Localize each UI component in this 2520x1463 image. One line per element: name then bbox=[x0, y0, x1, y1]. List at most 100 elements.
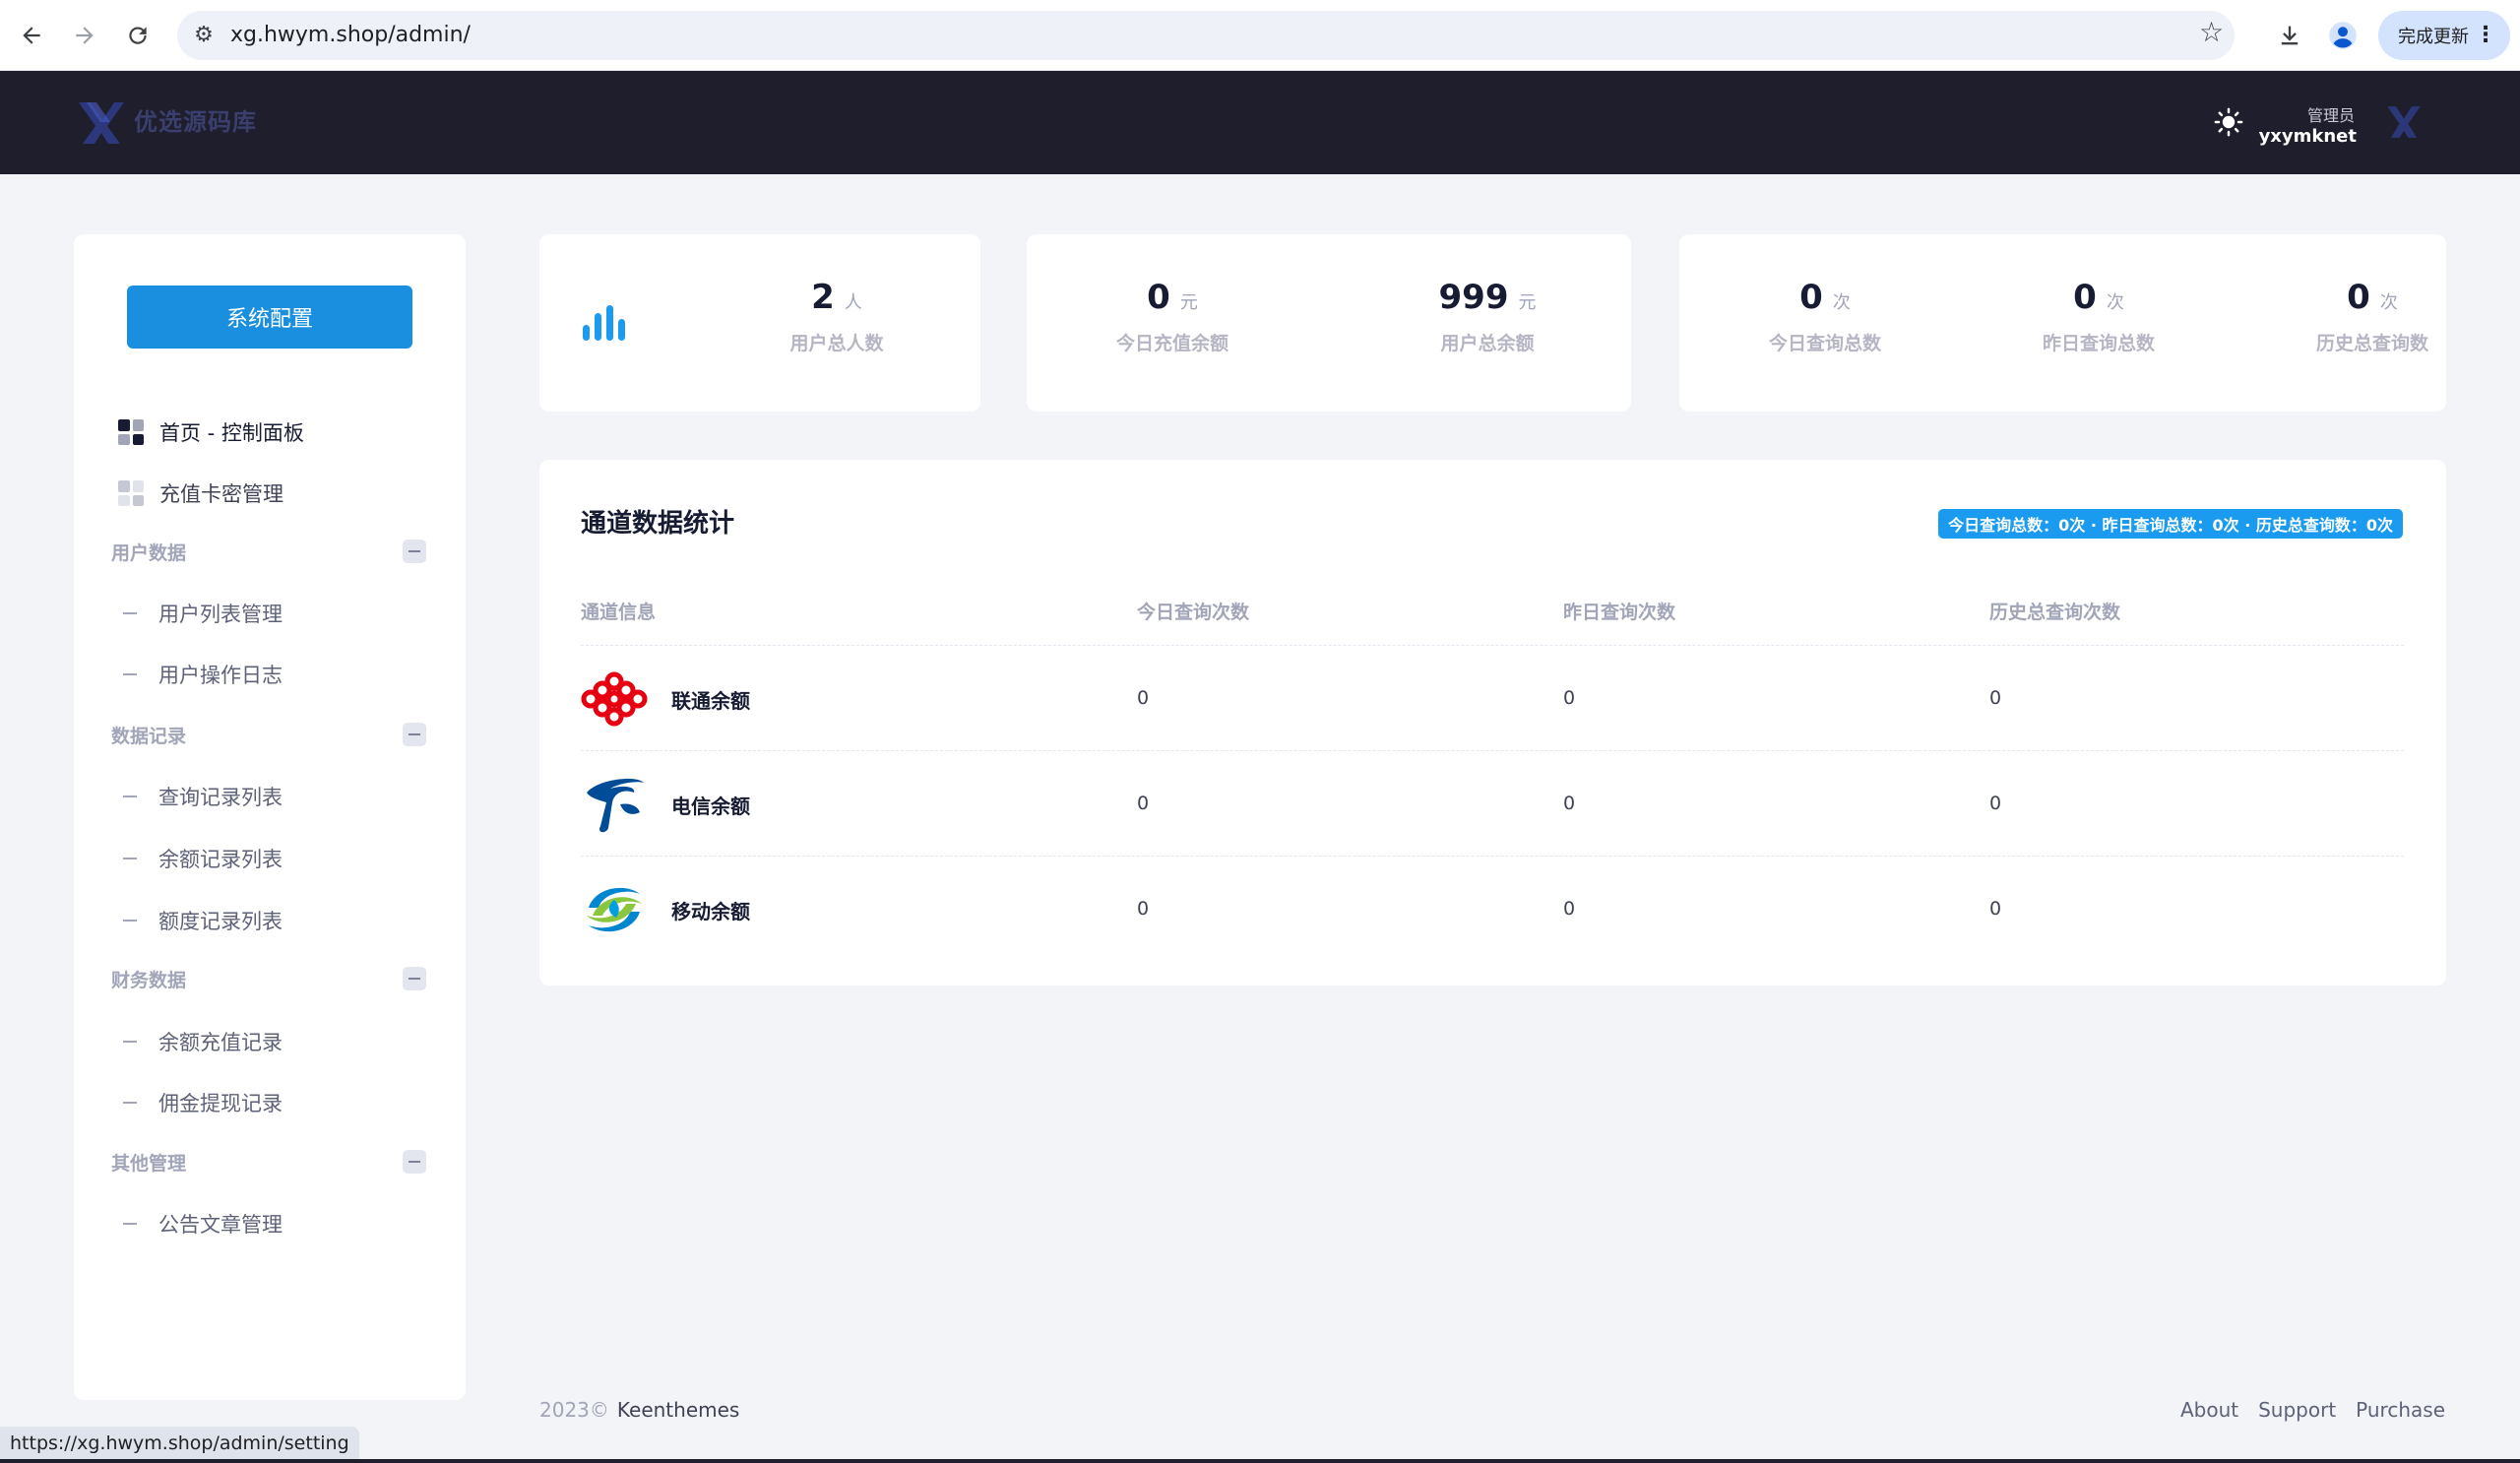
sidebar-item-label: 余额充值记录 bbox=[158, 1031, 283, 1054]
bar-chart-icon bbox=[581, 303, 630, 347]
cell-today: 0 bbox=[1137, 793, 1150, 814]
logo-icon[interactable] bbox=[77, 98, 126, 146]
forward-icon[interactable] bbox=[65, 16, 104, 55]
stat-label: 今日充值余额 bbox=[1115, 333, 1228, 354]
section-title: 数据记录 bbox=[111, 725, 187, 747]
collapse-icon[interactable] bbox=[403, 1150, 426, 1174]
bullet-dash bbox=[123, 1102, 137, 1104]
bullet-dash bbox=[123, 858, 137, 859]
china-telecom-logo-icon bbox=[581, 777, 648, 833]
cell-today: 0 bbox=[1137, 687, 1150, 709]
footer-year: 2023© bbox=[539, 1398, 609, 1422]
cards-grid-icon bbox=[118, 480, 144, 506]
sidebar-item-label: 用户列表管理 bbox=[158, 603, 283, 626]
stat-unit: 元 bbox=[1518, 292, 1537, 313]
sidebar: 系统配置 首页 - 控制面板 充值卡密管理 用户数据 用户列表管理 用户操作日志… bbox=[74, 234, 466, 1400]
sidebar-item-recharge-records[interactable]: 余额充值记录 bbox=[123, 1020, 283, 1063]
logo-text[interactable]: 优选源码库 bbox=[134, 102, 257, 137]
url-text[interactable]: xg.hwym.shop/admin/ bbox=[230, 23, 471, 47]
footer-brand-link[interactable]: Keenthemes bbox=[617, 1398, 739, 1422]
section-user-data[interactable]: 用户数据 bbox=[111, 532, 426, 571]
bullet-dash bbox=[123, 1223, 137, 1225]
browser-toolbar: ⚙ xg.hwym.shop/admin/ ☆ 完成更新 ⋮ bbox=[0, 0, 2520, 71]
sidebar-item-dashboard[interactable]: 首页 - 控制面板 bbox=[118, 410, 304, 455]
sidebar-item-label: 查询记录列表 bbox=[158, 786, 283, 809]
stat-unit: 次 bbox=[1832, 292, 1851, 313]
china-unicom-logo-icon bbox=[581, 671, 648, 727]
theme-sun-icon[interactable] bbox=[2207, 100, 2250, 144]
bullet-dash bbox=[123, 612, 137, 614]
app-header: 优选源码库 管理员 yxymknet bbox=[0, 71, 2520, 174]
bullet-dash bbox=[123, 920, 137, 922]
address-bar[interactable]: ⚙ xg.hwym.shop/admin/ bbox=[177, 11, 2235, 60]
sidebar-item-label: 佣金提现记录 bbox=[158, 1092, 283, 1115]
stat-yesterday-queries: 0次 昨日查询总数 bbox=[1981, 278, 2217, 355]
more-menu-icon[interactable]: ⋮ bbox=[2475, 23, 2496, 47]
download-icon[interactable] bbox=[2270, 16, 2309, 55]
sidebar-item-label: 首页 - 控制面板 bbox=[159, 421, 304, 445]
stat-label: 今日查询总数 bbox=[1768, 333, 1881, 354]
footer-links: About Support Purchase bbox=[2180, 1398, 2445, 1422]
stat-value: 0 bbox=[2073, 278, 2097, 317]
summary-badge: 今日查询总数：0次 · 昨日查询总数：0次 · 历史总查询数：0次 bbox=[1938, 509, 2403, 539]
footer-link-purchase[interactable]: Purchase bbox=[2356, 1398, 2445, 1422]
stat-unit: 次 bbox=[2106, 292, 2124, 313]
channel-name: 电信余额 bbox=[671, 795, 750, 818]
section-other[interactable]: 其他管理 bbox=[111, 1142, 426, 1181]
user-avatar[interactable] bbox=[2382, 100, 2426, 144]
profile-icon[interactable] bbox=[2323, 16, 2362, 55]
system-config-button[interactable]: 系统配置 bbox=[127, 286, 412, 349]
stat-label: 历史总查询数 bbox=[2315, 333, 2428, 354]
sidebar-item-label: 充值卡密管理 bbox=[159, 482, 284, 506]
stat-label: 昨日查询总数 bbox=[2042, 333, 2155, 354]
stat-card-money: 0元 今日充值余额 999 元 用户总余额 bbox=[1027, 234, 1631, 412]
cell-history: 0 bbox=[1989, 687, 2002, 709]
sidebar-item-user-list[interactable]: 用户列表管理 bbox=[123, 592, 283, 635]
cell-yesterday: 0 bbox=[1563, 898, 1576, 920]
column-header-today: 今日查询次数 bbox=[1137, 602, 1250, 623]
sidebar-item-announcements[interactable]: 公告文章管理 bbox=[123, 1202, 283, 1245]
sidebar-item-cards[interactable]: 充值卡密管理 bbox=[118, 471, 284, 516]
stat-today-recharge: 0元 今日充值余额 bbox=[1054, 278, 1291, 355]
update-button[interactable]: 完成更新 ⋮ bbox=[2378, 11, 2510, 60]
section-title: 用户数据 bbox=[111, 541, 187, 564]
stat-value: 0 bbox=[1147, 278, 1170, 317]
stat-users: 2人 用户总人数 bbox=[719, 278, 955, 355]
section-title: 财务数据 bbox=[111, 969, 187, 991]
stat-today-queries: 0次 今日查询总数 bbox=[1707, 278, 1943, 355]
section-title: 其他管理 bbox=[111, 1152, 187, 1175]
stat-value: 0 bbox=[2347, 278, 2370, 317]
cell-yesterday: 0 bbox=[1563, 687, 1576, 709]
sidebar-item-label: 用户操作日志 bbox=[158, 664, 283, 687]
cell-history: 0 bbox=[1989, 898, 2002, 920]
user-name[interactable]: yxymknet bbox=[2259, 126, 2357, 147]
collapse-icon[interactable] bbox=[403, 540, 426, 563]
sidebar-item-balance-records[interactable]: 余额记录列表 bbox=[123, 837, 283, 880]
cell-history: 0 bbox=[1989, 793, 2002, 814]
sidebar-item-query-records[interactable]: 查询记录列表 bbox=[123, 775, 283, 818]
back-icon[interactable] bbox=[12, 16, 51, 55]
dashboard-grid-icon bbox=[118, 419, 144, 445]
table-row: 联通余额 0 0 0 bbox=[581, 645, 2404, 749]
footer-link-support[interactable]: Support bbox=[2258, 1398, 2336, 1422]
bookmark-star-icon[interactable]: ☆ bbox=[2199, 16, 2224, 48]
sidebar-item-user-log[interactable]: 用户操作日志 bbox=[123, 653, 283, 696]
channel-stats-panel: 通道数据统计 今日查询总数：0次 · 昨日查询总数：0次 · 历史总查询数：0次… bbox=[539, 460, 2446, 986]
china-mobile-logo-icon bbox=[581, 882, 648, 937]
bottom-strip bbox=[0, 1459, 2520, 1463]
section-finance[interactable]: 财务数据 bbox=[111, 959, 426, 998]
collapse-icon[interactable] bbox=[403, 723, 426, 746]
site-settings-icon[interactable]: ⚙ bbox=[191, 23, 217, 48]
collapse-icon[interactable] bbox=[403, 967, 426, 990]
sidebar-item-withdraw-records[interactable]: 佣金提现记录 bbox=[123, 1081, 283, 1124]
footer-link-about[interactable]: About bbox=[2180, 1398, 2238, 1422]
bullet-dash bbox=[123, 795, 137, 797]
section-data-records[interactable]: 数据记录 bbox=[111, 715, 426, 754]
stat-card-users: 2人 用户总人数 bbox=[539, 234, 980, 412]
sidebar-item-quota-records[interactable]: 额度记录列表 bbox=[123, 899, 283, 942]
table-row: 电信余额 0 0 0 bbox=[581, 750, 2404, 855]
stat-label: 用户总余额 bbox=[1440, 333, 1535, 354]
update-label: 完成更新 bbox=[2398, 27, 2469, 47]
stat-unit: 人 bbox=[844, 292, 862, 313]
reload-icon[interactable] bbox=[118, 16, 158, 55]
